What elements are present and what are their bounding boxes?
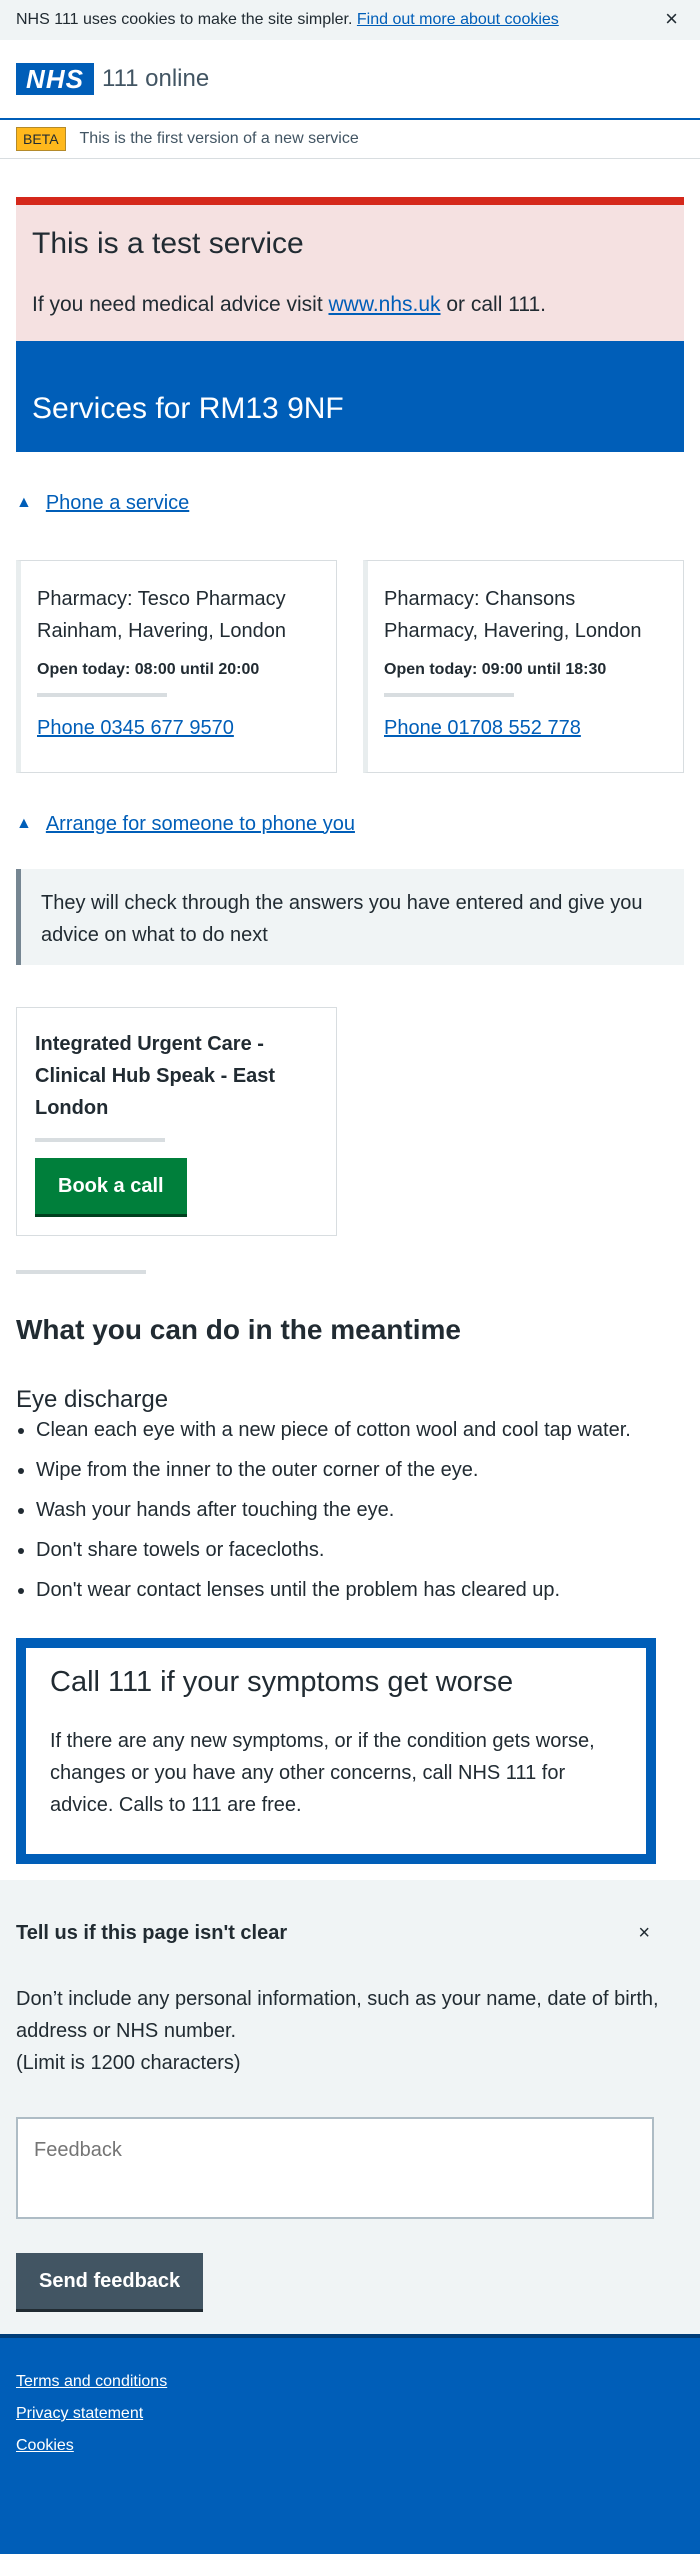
test-post-text: or call 111. (440, 293, 546, 316)
service-name: 111 online (102, 65, 210, 92)
advice-list: Clean each eye with a new piece of cotto… (16, 1414, 684, 1606)
triangle-up-icon: ▲ (16, 815, 32, 832)
beta-text: This is the first version of a new servi… (79, 130, 359, 147)
arrange-call-toggle[interactable]: ▲ Arrange for someone to phone you (0, 809, 700, 839)
divider (384, 693, 514, 697)
list-item: Wipe from the inner to the outer corner … (36, 1454, 684, 1486)
meantime-title: What you can do in the meantime (16, 1314, 461, 1345)
care-card-text: If there are any new symptoms, or if the… (50, 1730, 595, 1816)
test-service-text: If you need medical advice visit www.nhs… (32, 293, 668, 317)
cookie-banner: NHS 111 uses cookies to make the site si… (0, 0, 700, 40)
close-icon[interactable]: × (665, 6, 678, 32)
cookie-info-link[interactable]: Find out more about cookies (357, 11, 559, 29)
divider (37, 693, 167, 697)
terms-link[interactable]: Terms and conditions (16, 2366, 684, 2398)
feedback-info-text: Don’t include any personal information, … (16, 1988, 659, 2042)
services-heading-banner: Services for RM13 9NF (16, 341, 684, 452)
test-service-warning: This is a test service If you need medic… (16, 197, 684, 341)
send-feedback-button[interactable]: Send feedback (16, 2253, 204, 2309)
test-service-title: This is a test service (32, 227, 304, 260)
privacy-link[interactable]: Privacy statement (16, 2398, 684, 2430)
feedback-limit-text: (Limit is 1200 characters) (16, 2052, 241, 2074)
feedback-info: Don’t include any personal information, … (16, 1983, 684, 2079)
site-header: NHS 111 online (0, 40, 700, 120)
inset-text: They will check through the answers you … (16, 869, 684, 965)
beta-tag: BETA (16, 127, 66, 151)
callback-card: Integrated Urgent Care - Clinical Hub Sp… (16, 1007, 337, 1236)
phone-link[interactable]: Phone 0345 677 9570 (37, 717, 320, 740)
page-title: Services for RM13 9NF (32, 392, 344, 425)
arrange-call-link[interactable]: Arrange for someone to phone you (46, 813, 355, 836)
site-footer: Terms and conditions Privacy statement C… (0, 2334, 700, 2554)
phone-a-service-link[interactable]: Phone a service (46, 492, 189, 515)
care-card-title: Call 111 if your symptoms get worse (50, 1666, 514, 1698)
callback-service-name: Integrated Urgent Care - Clinical Hub Sp… (35, 1033, 276, 1119)
triangle-up-icon: ▲ (16, 494, 32, 511)
pharmacy-list: Pharmacy: Tesco Pharmacy Rainham, Haveri… (0, 560, 700, 773)
meantime-section: What you can do in the meantime Eye disc… (0, 1314, 700, 1606)
opening-hours: Open today: 09:00 until 18:30 (384, 661, 607, 678)
list-item: Wash your hands after touching the eye. (36, 1494, 684, 1526)
cookies-link[interactable]: Cookies (16, 2430, 684, 2462)
feedback-title: Tell us if this page isn't clear (16, 1922, 288, 1944)
pharmacy-card: Pharmacy: Tesco Pharmacy Rainham, Haveri… (16, 560, 337, 773)
beta-banner: BETA This is the first version of a new … (0, 120, 700, 159)
phone-a-service-toggle[interactable]: ▲ Phone a service (0, 488, 700, 518)
list-item: Don't wear contact lenses until the prob… (36, 1574, 684, 1606)
close-icon[interactable]: × (638, 1922, 650, 1945)
opening-hours: Open today: 08:00 until 20:00 (37, 661, 260, 678)
list-item: Don't share towels or facecloths. (36, 1534, 684, 1566)
pharmacy-card: Pharmacy: Chansons Pharmacy, Havering, L… (363, 560, 684, 773)
book-a-call-button[interactable]: Book a call (35, 1158, 187, 1214)
nhs-logo[interactable]: NHS (16, 63, 94, 95)
pharmacy-name: Pharmacy: Tesco Pharmacy Rainham, Haveri… (37, 588, 287, 642)
condition-title: Eye discharge (16, 1386, 169, 1413)
phone-link[interactable]: Phone 01708 552 778 (384, 717, 667, 740)
feedback-panel: Tell us if this page isn't clear × Don’t… (0, 1880, 700, 2334)
list-item: Clean each eye with a new piece of cotto… (36, 1414, 684, 1446)
test-pre-text: If you need medical advice visit (32, 293, 329, 316)
cookie-text: NHS 111 uses cookies to make the site si… (16, 11, 353, 28)
feedback-input[interactable] (16, 2117, 654, 2219)
care-card-urgent: Call 111 if your symptoms get worse If t… (16, 1638, 656, 1864)
nhs-website-link[interactable]: www.nhs.uk (328, 293, 440, 316)
divider (35, 1138, 165, 1142)
pharmacy-name: Pharmacy: Chansons Pharmacy, Havering, L… (384, 588, 642, 642)
